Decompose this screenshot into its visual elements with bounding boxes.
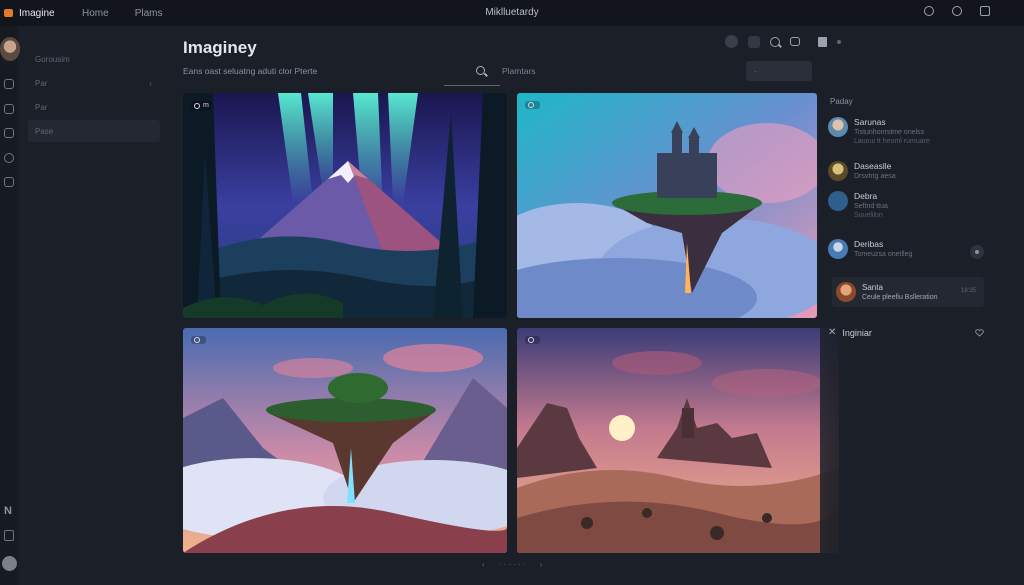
chat-name: Sarunas (854, 117, 886, 127)
chat-message: Suuelilon (854, 212, 883, 219)
eye-icon (194, 337, 200, 343)
image-card[interactable] (517, 328, 839, 553)
filter-tab[interactable]: Plamtars (502, 66, 536, 76)
panel-heading: Paday (830, 97, 853, 106)
page-subtitle: Eans oast seluatng aduti clor Pterte (183, 66, 318, 76)
avatar (828, 161, 848, 181)
leftnav-item-3[interactable]: Par (28, 96, 160, 118)
eye-icon (194, 102, 200, 109)
image-card[interactable] (517, 93, 817, 318)
chat-item[interactable]: Debra Seftnd ttua Suuelilon (828, 191, 888, 219)
cube-icon[interactable] (4, 104, 14, 114)
leftnav-label: Par (35, 102, 48, 112)
square-button[interactable] (748, 35, 760, 48)
zoom-icon[interactable] (770, 36, 780, 47)
lock-icon[interactable] (980, 6, 990, 16)
top-nav: Home Plams (82, 8, 162, 19)
chat-item[interactable]: Daseaslle Drsvtrtg aesa (828, 161, 896, 182)
chat-name: Santa (862, 283, 883, 292)
document-icon[interactable] (4, 530, 14, 541)
aurora-mountain-image (183, 93, 507, 318)
card-badge[interactable] (525, 336, 540, 344)
window-controls (924, 6, 990, 16)
chat-message: Tomeuzsa onetlleg (854, 251, 913, 258)
top-bar: Imagine Home Plams Miklluetardy (0, 0, 1024, 26)
avatar (836, 282, 856, 302)
eye-icon (528, 337, 534, 343)
chat-name: Debra (854, 191, 878, 201)
brand-label: Imagine (19, 7, 55, 19)
shield-icon[interactable] (4, 177, 14, 187)
chat-time: 18:35 (960, 288, 976, 294)
desert-ruins-image (517, 328, 839, 553)
chat-item[interactable]: Sarunas Tistunhonrstme onelss Lauoui tt … (828, 117, 930, 145)
search-icon[interactable] (476, 66, 485, 75)
nav-home[interactable]: Home (82, 8, 109, 19)
leftnav-item-2[interactable]: Par ‹ (28, 72, 160, 94)
image-card[interactable]: m (183, 93, 507, 318)
chat-name: Deribas (854, 239, 884, 249)
leftnav-label: Gurousim (35, 54, 70, 64)
comment-icon[interactable] (790, 37, 800, 46)
chat-icon[interactable] (4, 79, 14, 89)
refresh-icon[interactable] (952, 6, 962, 16)
chevron-right-icon: ‹ (149, 78, 152, 88)
page-title: Imaginey (183, 38, 257, 57)
floating-island-image (183, 328, 507, 553)
prev-page-button[interactable]: ‹ (482, 560, 485, 569)
filter-box[interactable]: · (746, 61, 812, 81)
profile-icon[interactable] (2, 556, 17, 571)
section-title: Inginiar (842, 327, 872, 338)
brand[interactable]: Imagine (0, 8, 70, 19)
panel-section: ✕ Inginiar (828, 327, 872, 338)
image-card[interactable] (183, 328, 507, 553)
nav-plams[interactable]: Plams (135, 8, 163, 19)
left-rail (0, 26, 18, 585)
folder-icon[interactable] (4, 128, 14, 138)
chat-name: Daseaslle (854, 161, 892, 171)
more-icon[interactable] (837, 39, 841, 44)
featured-chat[interactable]: Santa Ceule pleefiu Bslleration 18:35 (832, 277, 984, 307)
leftnav-item-4[interactable]: Pase (28, 120, 160, 142)
avatar (828, 191, 848, 211)
heart-icon[interactable] (975, 329, 984, 337)
leftnav-item-1[interactable]: Gurousim (28, 48, 160, 70)
avatar (828, 239, 848, 259)
page-icon[interactable] (818, 36, 827, 47)
user-avatar[interactable] (0, 37, 20, 61)
leftnav-label: Pase (35, 126, 54, 136)
card-badge[interactable]: m (191, 101, 212, 110)
card-badge[interactable] (525, 101, 540, 109)
right-panel: Paday Sarunas Tistunhonrstme onelss Lauo… (820, 93, 1024, 553)
filter-box-label: · (754, 66, 757, 76)
next-page-button[interactable]: › (540, 560, 543, 569)
avatar (828, 117, 848, 137)
left-nav: Gurousim Par ‹ Par Pase (28, 48, 160, 144)
close-icon[interactable]: ✕ (828, 327, 836, 338)
chat-message: Drsvtrtg aesa (854, 173, 896, 180)
chat-message: Lauoui tt heoml rumuare (854, 138, 930, 145)
chat-message: Tistunhonrstme onelss (854, 129, 925, 136)
card-badge[interactable] (191, 336, 206, 344)
search-tab[interactable] (444, 58, 500, 86)
header-actions (725, 35, 841, 48)
chat-message: Ceule pleefiu Bslleration (862, 294, 938, 301)
card-badge-label: m (203, 102, 209, 109)
floating-castle-image (517, 93, 817, 318)
notion-icon[interactable]: N (4, 505, 12, 517)
leftnav-label: Par (35, 78, 48, 88)
pagination: ‹ · · · · · · › (482, 560, 542, 569)
page-dots: · · · · · · (498, 560, 526, 569)
circle-button[interactable] (725, 35, 738, 48)
app-logo-icon (4, 9, 13, 17)
heart-button-icon[interactable] (970, 245, 984, 259)
chat-item[interactable]: Deribas Tomeuzsa onetlleg (828, 239, 912, 260)
eye-icon (528, 102, 534, 108)
clock-icon[interactable] (4, 153, 14, 163)
chat-message: Seftnd ttua (854, 203, 888, 210)
settings-icon[interactable] (924, 6, 934, 16)
